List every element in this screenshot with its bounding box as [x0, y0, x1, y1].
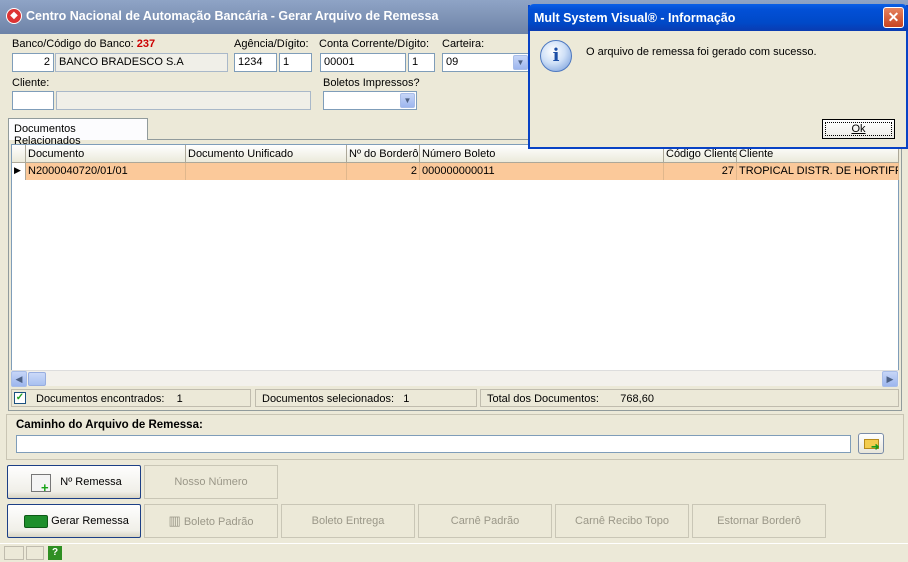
- dialog-message: O arquivo de remessa foi gerado com suce…: [586, 46, 817, 58]
- cliente-label: Cliente:: [12, 77, 50, 89]
- help-icon[interactable]: ?: [48, 546, 62, 560]
- carteira-value: 09: [446, 56, 459, 68]
- grid-indicator-header: [12, 145, 26, 163]
- conta-digito-field[interactable]: 1: [408, 53, 435, 72]
- scroll-thumb[interactable]: [28, 372, 46, 386]
- info-icon: i: [540, 40, 572, 72]
- conta-field[interactable]: 00001: [320, 53, 406, 72]
- status-encontrados: ✓ Documentos encontrados: 1: [11, 389, 251, 407]
- col-header-documento-unificado[interactable]: Documento Unificado: [186, 145, 347, 163]
- ok-label: Ok: [851, 123, 866, 135]
- checkbox-icon[interactable]: ✓: [14, 392, 26, 404]
- row-indicator-icon: ▶: [12, 163, 26, 180]
- agencia-label: Agência/Dígito:: [234, 38, 309, 50]
- table-cell-documento-unificado[interactable]: [186, 163, 347, 180]
- cliente-code-field[interactable]: [12, 91, 54, 110]
- path-label: Caminho do Arquivo de Remessa:: [16, 419, 203, 431]
- banco-code: 237: [136, 38, 156, 50]
- banco-label: Banco/Código do Banco: 237: [12, 38, 155, 50]
- col-header-documento[interactable]: Documento: [26, 145, 186, 163]
- banco-name-field: BANCO BRADESCO S.A: [55, 53, 228, 72]
- status-panel: [4, 546, 24, 560]
- ok-button[interactable]: Ok: [822, 119, 895, 139]
- conta-label: Conta Corrente/Dígito:: [319, 38, 430, 50]
- dialog-title: Mult System Visual® - Informação: [534, 11, 736, 25]
- money-icon: [24, 515, 48, 528]
- status-encontrados-label: Documentos encontrados:: [36, 393, 165, 405]
- boleto-padrao-label: Boleto Padrão: [183, 516, 254, 528]
- boleto-entrega-button[interactable]: Boleto Entrega: [281, 504, 415, 538]
- banco-number-field[interactable]: 2: [12, 53, 54, 72]
- status-total: Total dos Documentos: 768,60: [480, 389, 899, 407]
- boletos-label: Boletos Impressos?: [323, 77, 420, 89]
- gerar-remessa-label: Gerar Remessa: [51, 515, 129, 527]
- table-cell-cliente[interactable]: TROPICAL DISTR. DE HORTIFRUTI: [737, 163, 899, 180]
- carne-padrao-button[interactable]: Carnê Padrão: [418, 504, 552, 538]
- table-cell-codigo-cliente[interactable]: 27: [664, 163, 737, 180]
- gerar-remessa-button[interactable]: Gerar Remessa: [7, 504, 141, 538]
- n-remessa-label: Nº Remessa: [60, 476, 122, 488]
- boletos-combo[interactable]: ▼: [323, 91, 417, 110]
- barcode-icon: ▥: [168, 513, 181, 528]
- status-selecionados-value: 1: [403, 393, 410, 405]
- n-remessa-button[interactable]: + Nº Remessa: [7, 465, 141, 499]
- path-input[interactable]: [16, 435, 851, 453]
- close-icon[interactable]: ✕: [883, 7, 904, 28]
- documents-grid[interactable]: Documento Documento Unificado Nº do Bord…: [11, 144, 899, 386]
- table-cell-documento[interactable]: N2000040720/01/01: [26, 163, 186, 180]
- path-section: Caminho do Arquivo de Remessa: ➜: [6, 414, 904, 460]
- dialog-title-bar[interactable]: Mult System Visual® - Informação: [528, 4, 908, 31]
- banco-label-text: Banco/Código do Banco:: [12, 38, 134, 50]
- browse-folder-button[interactable]: ➜: [858, 433, 884, 454]
- plus-icon: +: [41, 480, 49, 495]
- scroll-right-icon[interactable]: ▶: [882, 371, 898, 387]
- agencia-digito-field[interactable]: 1: [279, 53, 312, 72]
- status-selecionados-label: Documentos selecionados:: [262, 393, 395, 405]
- agencia-field[interactable]: 1234: [234, 53, 277, 72]
- bottom-status-bar: ?: [0, 543, 908, 562]
- chevron-down-icon[interactable]: ▼: [400, 93, 415, 108]
- tab-documentos-relacionados[interactable]: Documentos Relacionados: [8, 118, 148, 147]
- status-panel: [26, 546, 44, 560]
- carteira-combo[interactable]: 09 ▼: [442, 53, 530, 72]
- status-total-value: 768,60: [620, 393, 654, 405]
- document-add-icon: +: [31, 474, 51, 495]
- grid-status-bar: ✓ Documentos encontrados: 1 Documentos s…: [11, 389, 899, 407]
- estornar-bordero-button[interactable]: Estornar Borderô: [692, 504, 826, 538]
- boleto-padrao-button[interactable]: ▥ Boleto Padrão: [144, 504, 278, 538]
- col-header-bordero[interactable]: Nº do Borderô: [347, 145, 420, 163]
- nosso-numero-button[interactable]: Nosso Número: [144, 465, 278, 499]
- chevron-down-icon[interactable]: ▼: [513, 55, 528, 70]
- carteira-label: Carteira:: [442, 38, 485, 50]
- status-encontrados-value: 1: [176, 393, 183, 405]
- status-total-label: Total dos Documentos:: [487, 393, 599, 405]
- arrow-icon: ➜: [871, 442, 880, 453]
- window-title: Centro Nacional de Automação Bancária - …: [26, 9, 439, 23]
- cliente-name-field: [56, 91, 311, 110]
- app-icon: ◆: [6, 8, 22, 24]
- table-cell-bordero[interactable]: 2: [347, 163, 420, 180]
- horizontal-scrollbar[interactable]: ◀ ▶: [11, 370, 899, 387]
- scroll-left-icon[interactable]: ◀: [11, 371, 27, 387]
- table-cell-numero-boleto[interactable]: 000000000011: [420, 163, 664, 180]
- carne-recibo-topo-button[interactable]: Carnê Recibo Topo: [555, 504, 689, 538]
- status-selecionados: Documentos selecionados: 1: [255, 389, 477, 407]
